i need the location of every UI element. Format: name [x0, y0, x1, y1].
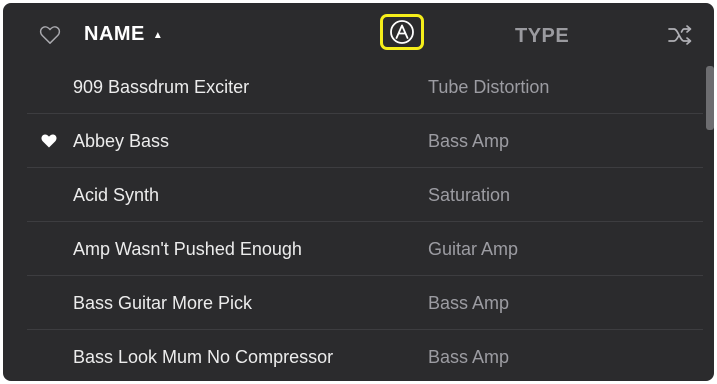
preset-list: 909 Bassdrum Exciter Tube Distortion Abb…	[3, 60, 703, 381]
preset-row[interactable]: Bass Look Mum No Compressor Bass Amp	[27, 329, 703, 381]
scrollbar[interactable]	[706, 63, 714, 381]
preset-row[interactable]: Amp Wasn't Pushed Enough Guitar Amp	[27, 221, 703, 275]
type-column-header[interactable]: TYPE	[515, 25, 569, 48]
name-column-label: NAME	[84, 23, 145, 45]
shuffle-icon[interactable]	[667, 24, 693, 46]
arturia-filter-button[interactable]	[380, 14, 424, 50]
preset-name: Acid Synth	[73, 185, 160, 205]
preset-type: Guitar Amp	[428, 239, 519, 259]
scrollbar-thumb[interactable]	[706, 66, 714, 130]
preset-row[interactable]: 909 Bassdrum Exciter Tube Distortion	[27, 60, 703, 113]
preset-row[interactable]: Acid Synth Saturation	[27, 167, 703, 221]
preset-row[interactable]: Bass Guitar More Pick Bass Amp	[27, 275, 703, 329]
preset-type: Saturation	[428, 185, 511, 205]
name-column-header[interactable]: NAME ▲	[84, 23, 163, 46]
preset-name: Amp Wasn't Pushed Enough	[73, 239, 302, 259]
heart-filled-icon[interactable]	[40, 133, 58, 149]
preset-browser-panel: NAME ▲ TYPE 909 Bassdrum Exciter Tube Di…	[3, 3, 714, 381]
column-header: NAME ▲ TYPE	[3, 3, 714, 63]
heart-outline-icon[interactable]	[39, 25, 61, 45]
preset-name: Abbey Bass	[73, 131, 170, 151]
preset-name: 909 Bassdrum Exciter	[73, 77, 250, 97]
sort-ascending-icon: ▲	[152, 30, 164, 41]
preset-type: Bass Amp	[428, 293, 510, 313]
preset-type: Bass Amp	[428, 131, 510, 151]
preset-type: Bass Amp	[428, 347, 510, 367]
preset-type: Tube Distortion	[428, 77, 550, 97]
preset-row[interactable]: Abbey Bass Bass Amp	[27, 113, 703, 167]
preset-name: Bass Look Mum No Compressor	[73, 347, 334, 367]
preset-name: Bass Guitar More Pick	[73, 293, 253, 313]
arturia-logo-icon	[390, 20, 414, 44]
